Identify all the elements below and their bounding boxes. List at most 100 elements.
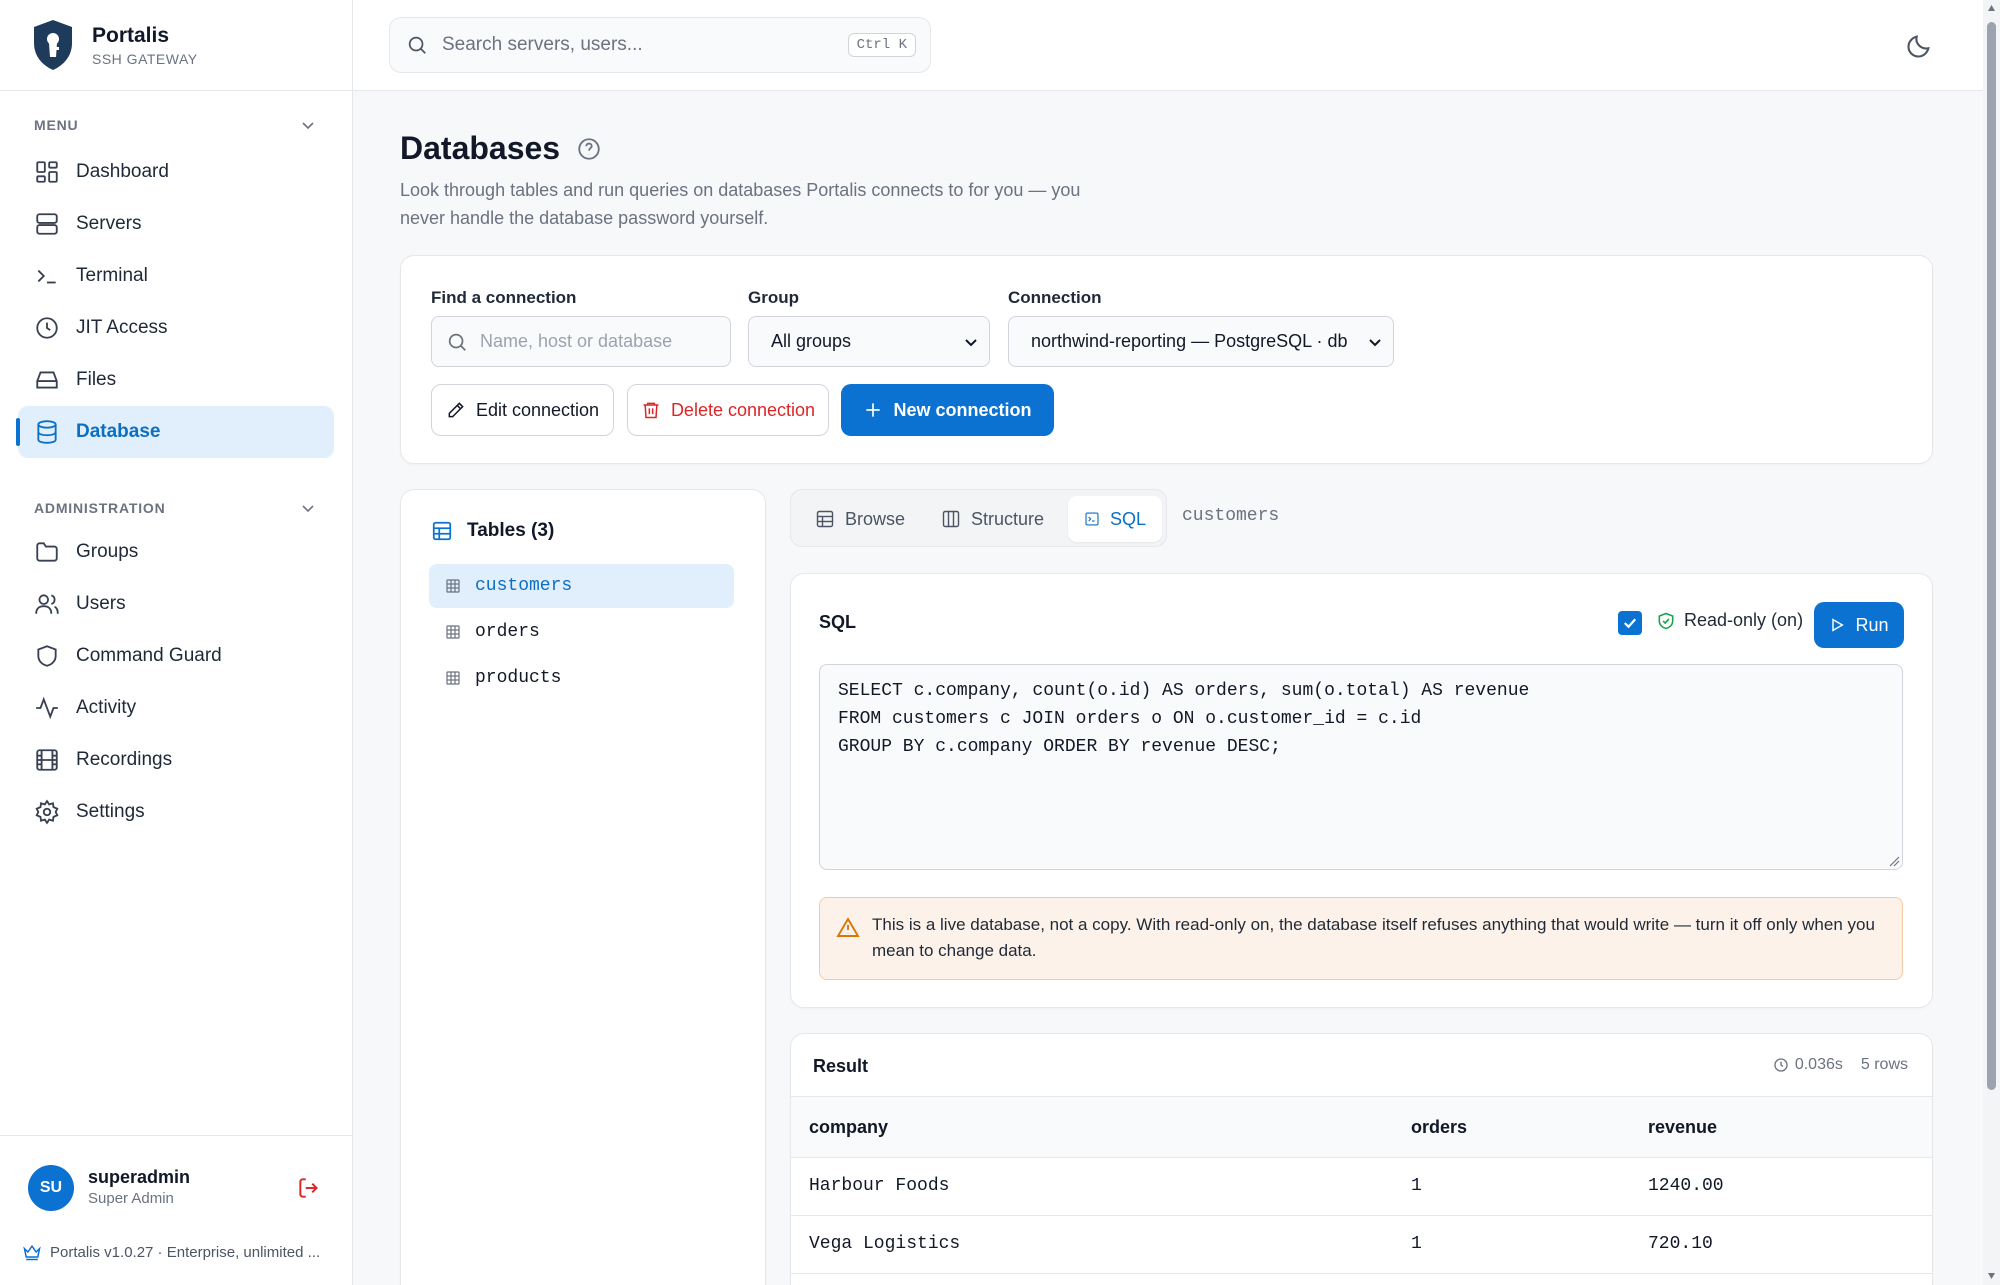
- cell-revenue: 1240.00: [1648, 1176, 1724, 1196]
- connection-select[interactable]: northwind-reporting — PostgreSQL · db: [1008, 316, 1394, 367]
- sidebar-item-label: Activity: [76, 697, 137, 718]
- tab-label: SQL: [1109, 508, 1146, 529]
- administration-section-toggle[interactable]: ADMINISTRATION: [0, 496, 352, 520]
- table-item-customers[interactable]: customers: [429, 564, 734, 608]
- sidebar-item-label: Command Guard: [76, 645, 222, 666]
- warning-text: This is a live database, not a copy. Wit…: [872, 915, 1875, 960]
- sidebar-item-database[interactable]: Database: [16, 406, 334, 458]
- new-connection-button[interactable]: New connection: [841, 384, 1054, 436]
- connection-label: Connection: [1008, 288, 1102, 307]
- scrollbar-thumb[interactable]: [1987, 22, 1996, 1090]
- sidebar-item-label: Database: [76, 421, 161, 442]
- moon-icon[interactable]: [1905, 32, 1933, 60]
- sidebar-item-label: Servers: [76, 213, 142, 234]
- readonly-checkbox[interactable]: [1618, 611, 1642, 635]
- edit-connection-label: Edit connection: [475, 399, 600, 420]
- sidebar-item-groups[interactable]: Groups: [18, 526, 334, 578]
- sql-line: GROUP BY c.company ORDER BY revenue DESC…: [838, 737, 1281, 757]
- find-connection-input[interactable]: Name, host or database: [480, 331, 672, 352]
- table-icon: [816, 510, 834, 528]
- menu-heading: MENU: [34, 117, 79, 133]
- sidebar-item-recordings[interactable]: Recordings: [18, 734, 334, 786]
- cell-orders: 1: [1411, 1234, 1422, 1254]
- avatar[interactable]: SU: [28, 1165, 74, 1211]
- search-input[interactable]: Search servers, users...: [442, 34, 834, 56]
- view-tabs: Browse Structure SQL: [790, 489, 1167, 547]
- sidebar-item-settings[interactable]: Settings: [18, 786, 334, 838]
- shield-check-icon: [1658, 612, 1674, 629]
- sidebar-item-files[interactable]: Files: [18, 354, 334, 406]
- plus-icon: [866, 403, 881, 417]
- live-database-warning: This is a live database, not a copy. Wit…: [819, 897, 1903, 980]
- tab-label: Structure: [971, 508, 1045, 529]
- sidebar-item-jit-access[interactable]: JIT Access: [18, 302, 334, 354]
- chevron-down-icon: [302, 122, 314, 130]
- sql-title: SQL: [819, 612, 857, 632]
- run-button[interactable]: Run: [1814, 602, 1904, 648]
- sidebar-item-dashboard[interactable]: Dashboard: [18, 146, 334, 198]
- table-item-products[interactable]: products: [429, 656, 734, 700]
- scroll-down-arrow-icon[interactable]: [1987, 1272, 1996, 1280]
- delete-connection-button[interactable]: Delete connection: [627, 384, 829, 436]
- tab-browse[interactable]: Browse: [799, 496, 921, 542]
- tab-sql[interactable]: SQL: [1068, 496, 1162, 542]
- drive-icon: [36, 371, 58, 389]
- result-card: Result 0.036s 5 rows company orders reve…: [790, 1033, 1933, 1285]
- sidebar-item-label: Files: [76, 369, 117, 390]
- folder-icon: [36, 542, 58, 562]
- crown-icon: [23, 1244, 41, 1261]
- terminal-icon: [37, 269, 56, 284]
- table-name: products: [475, 668, 562, 688]
- brand[interactable]: Portalis SSH GATEWAY: [0, 0, 352, 91]
- topbar: Search servers, users... Ctrl K: [353, 0, 1983, 91]
- column-header[interactable]: orders: [1411, 1117, 1467, 1138]
- page-description: Look through tables and run queries on d…: [400, 180, 1081, 228]
- group-select[interactable]: All groups: [748, 316, 990, 367]
- sidebar-item-users[interactable]: Users: [18, 578, 334, 630]
- page-header: Databases: [400, 130, 602, 167]
- user-panel: SU superadmin Super Admin Portalis v1.0.…: [0, 1135, 352, 1285]
- version-text: Portalis v1.0.27 · Enterprise, unlimited…: [50, 1243, 321, 1261]
- find-connection-field[interactable]: Name, host or database: [431, 316, 731, 367]
- tab-structure[interactable]: Structure: [925, 496, 1060, 542]
- database-icon: [37, 420, 57, 444]
- column-header[interactable]: company: [809, 1117, 888, 1138]
- tables-panel: Tables (3) customers orders products: [400, 489, 766, 1285]
- cell-company: Vega Logistics: [809, 1234, 961, 1254]
- table-item-orders[interactable]: orders: [429, 610, 734, 654]
- sidebar-item-terminal[interactable]: Terminal: [18, 250, 334, 302]
- help-icon[interactable]: [576, 136, 602, 162]
- connection-card: Find a connection Name, host or database…: [400, 255, 1933, 464]
- result-table-header: company orders revenue: [791, 1096, 1932, 1158]
- scroll-up-arrow-icon[interactable]: [1987, 4, 1996, 12]
- app-subtitle: SSH GATEWAY: [92, 50, 198, 67]
- sidebar: Portalis SSH GATEWAY MENU Dashboard Serv…: [0, 0, 353, 1285]
- table-name: customers: [475, 576, 573, 596]
- sidebar-item-activity[interactable]: Activity: [18, 682, 334, 734]
- group-select-value: All groups: [771, 331, 852, 351]
- tables-header: Tables (3): [431, 520, 554, 542]
- resize-handle-icon[interactable]: [1888, 855, 1900, 867]
- table-icon: [446, 625, 460, 639]
- user-name: superadmin: [88, 1167, 191, 1187]
- dashboard-icon: [36, 161, 58, 183]
- edit-connection-button[interactable]: Edit connection: [431, 384, 614, 436]
- sidebar-item-label: Users: [76, 593, 126, 614]
- search-icon: [448, 333, 466, 351]
- sidebar-item-command-guard[interactable]: Command Guard: [18, 630, 334, 682]
- query-time: 0.036s: [1794, 1056, 1843, 1073]
- logout-icon[interactable]: [296, 1175, 322, 1201]
- sql-editor[interactable]: SELECT c.company, count(o.id) AS orders,…: [819, 664, 1903, 870]
- menu-section-toggle[interactable]: MENU: [0, 113, 352, 137]
- global-search[interactable]: Search servers, users... Ctrl K: [389, 17, 931, 73]
- readonly-toggle-label[interactable]: Read-only (on): [1656, 610, 1803, 631]
- sidebar-item-servers[interactable]: Servers: [18, 198, 334, 250]
- sql-line: SELECT c.company, count(o.id) AS orders,…: [838, 681, 1530, 701]
- user-role: Super Admin: [88, 1190, 174, 1207]
- sql-card: SQL Read-only (on) Run SELECT c.company,…: [790, 573, 1933, 1008]
- column-header[interactable]: revenue: [1648, 1117, 1717, 1138]
- current-table-label: customers: [1182, 506, 1280, 526]
- result-meta: 0.036s 5 rows: [1773, 1056, 1908, 1074]
- page-scrollbar[interactable]: [1983, 0, 2000, 1285]
- find-connection-label: Find a connection: [431, 288, 577, 307]
